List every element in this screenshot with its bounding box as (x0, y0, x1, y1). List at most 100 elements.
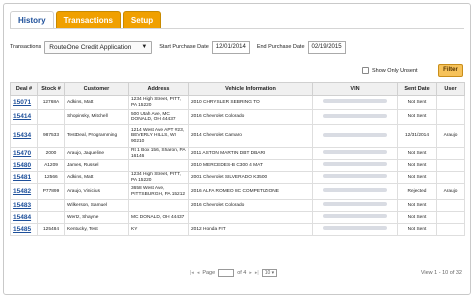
tab-history[interactable]: History (10, 11, 54, 29)
last-page-icon[interactable]: ▸| (255, 270, 259, 276)
customer-cell: Wilkerson, Samuel (64, 199, 129, 212)
vin-redacted (323, 150, 387, 155)
user-cell (436, 95, 465, 110)
view-range: View 1 - 10 of 32 (420, 269, 462, 276)
pager: |◂ ◂ Page of 4 ▸ ▸| 10 ▾ View 1 - 10 of … (10, 266, 464, 279)
col-stock[interactable]: Stock # (37, 82, 65, 96)
user-cell (436, 171, 465, 184)
col-vin[interactable]: VIN (312, 82, 398, 96)
stock-cell: P77899 (37, 183, 65, 200)
col-customer[interactable]: Customer (64, 82, 129, 96)
sent-date-cell: Not Sent (397, 211, 437, 224)
user-cell (436, 211, 465, 224)
prev-page-icon[interactable]: ◂ (197, 270, 200, 276)
table-row[interactable]: 15485 125484 Kentucky, Test KY 2012 Honda FI… (10, 223, 465, 236)
user-cell: Araujo (436, 124, 465, 148)
deal-link[interactable]: 15470 (10, 147, 38, 160)
address-cell: Rt 1 Box 156, Sharon, PA 16146 (128, 147, 189, 160)
address-cell (128, 199, 189, 212)
customer-cell: James, Russel (64, 159, 129, 172)
deal-link[interactable]: 15480 (10, 159, 38, 172)
table-row[interactable]: 15482 P77899 Araujo, Vinicius 3658 West Ave… (10, 183, 465, 200)
page-input[interactable] (218, 268, 235, 277)
deal-link[interactable]: 15481 (10, 171, 38, 184)
vin-cell (312, 183, 398, 200)
next-page-icon[interactable]: ▸ (249, 270, 252, 276)
user-cell: Araujo (436, 183, 465, 200)
deal-link[interactable]: 15071 (10, 95, 38, 110)
sent-date-cell: Not Sent (397, 171, 437, 184)
vehicle-cell (188, 211, 313, 224)
sent-date-cell: Not Sent (397, 109, 437, 125)
first-page-icon[interactable]: |◂ (190, 270, 194, 276)
vin-redacted (323, 188, 387, 193)
address-cell: KY (128, 223, 189, 236)
vin-cell (312, 223, 398, 236)
sent-date-cell: Rejected (397, 183, 437, 200)
table-row[interactable]: 15071 12768A Adkins, Matt 1234 High Street,… (10, 95, 465, 110)
deal-link[interactable]: 15482 (10, 183, 38, 200)
start-date-field[interactable]: 12/01/2014 (211, 40, 250, 54)
stock-cell (37, 211, 65, 224)
user-cell (436, 223, 465, 236)
unsent-checkbox[interactable] (362, 67, 369, 74)
page-of: of 4 (237, 269, 247, 276)
page-size-select[interactable]: 10 ▾ (261, 268, 278, 277)
col-address[interactable]: Address (128, 82, 189, 96)
table-row[interactable]: 15484 Wertz, Shayne MC DONALD, OH 44437 Not… (10, 211, 465, 224)
sent-date-cell: Not Sent (397, 223, 437, 236)
end-date-field[interactable]: 02/19/2015 (307, 40, 346, 54)
col-sent-date[interactable]: Sent Date (397, 82, 437, 96)
stock-cell: A1209 (37, 159, 65, 172)
table-row[interactable]: 15483 Wilkerson, Samuel 2016 Chevrolet Col… (10, 199, 465, 212)
sent-date-cell: 12/31/2014 (397, 124, 437, 148)
table-row[interactable]: 15414 Shopinsky, Mitchell 500 Utah Ave, MC… (10, 109, 465, 125)
transactions-select[interactable]: RouteOne Credit Application ▼ (44, 40, 153, 54)
col-vehicle[interactable]: Vehicle Information (188, 82, 313, 96)
end-date-label: End Purchase Date (256, 44, 305, 50)
show-only-unsent[interactable]: Show Only Unsent (362, 67, 418, 74)
transactions-label: Transactions (10, 44, 42, 50)
table-row[interactable]: 15480 A1209 James, Russel 2010 MERCEDES-B C… (10, 159, 465, 172)
col-deal[interactable]: Deal # (10, 82, 38, 96)
vehicle-cell: 2010 MERCEDES-B C300 4 MAT (188, 159, 313, 172)
customer-cell: Araujo, Jaqueline (64, 147, 129, 160)
vin-redacted (323, 226, 387, 231)
customer-cell: TestDeal, Programming (64, 124, 129, 148)
deal-link[interactable]: 15434 (10, 124, 38, 148)
tab-setup[interactable]: Setup (122, 11, 162, 29)
filter-button[interactable]: Filter (438, 64, 463, 77)
address-cell: 1214 West Ave APT #23, BEVERLY HILLS, WI… (128, 124, 189, 148)
filter-row: Transactions RouteOne Credit Application… (10, 40, 346, 54)
table-row[interactable]: 15434 987533 TestDeal, Programming 1214 Wes… (10, 124, 465, 148)
vehicle-cell: 2016 Chevrolet Colorado (188, 109, 313, 125)
deal-link[interactable]: 15485 (10, 223, 38, 236)
table-header-row: Deal # Stock # Customer Address Vehicle … (10, 82, 465, 96)
tab-bar: History Transactions Setup (10, 11, 162, 29)
table-row[interactable]: 15470 2000 Araujo, Jaqueline Rt 1 Box 156, … (10, 147, 465, 160)
chevron-down-icon: ▼ (141, 44, 148, 50)
user-cell (436, 199, 465, 212)
vin-cell (312, 199, 398, 212)
vehicle-cell: 2010 CHRYSLER SEBRING TO (188, 95, 313, 110)
vin-cell (312, 124, 398, 148)
vehicle-cell: 2011 ASTON MARTIN DBT DBARI (188, 147, 313, 160)
col-user[interactable]: User (436, 82, 465, 96)
address-cell: 1234 High Street, PITT, PA 15220 (128, 95, 189, 110)
vehicle-cell: 2016 Chevrolet Colorado (188, 199, 313, 212)
unsent-label: Show Only Unsent (372, 67, 418, 74)
deal-link[interactable]: 15414 (10, 109, 38, 125)
vin-cell (312, 171, 398, 184)
sent-date-cell: Not Sent (397, 159, 437, 172)
deal-link[interactable]: 15483 (10, 199, 38, 212)
table-row[interactable]: 15481 12566 Adkins, Matt 1234 High Street, … (10, 171, 465, 184)
sent-date-cell: Not Sent (397, 199, 437, 212)
tab-divider (10, 28, 464, 29)
vin-redacted (323, 162, 387, 167)
sent-date-cell: Not Sent (397, 95, 437, 110)
stock-cell (37, 199, 65, 212)
deal-link[interactable]: 15484 (10, 211, 38, 224)
tab-transactions[interactable]: Transactions (55, 11, 121, 29)
vin-cell (312, 147, 398, 160)
stock-cell (37, 109, 65, 125)
